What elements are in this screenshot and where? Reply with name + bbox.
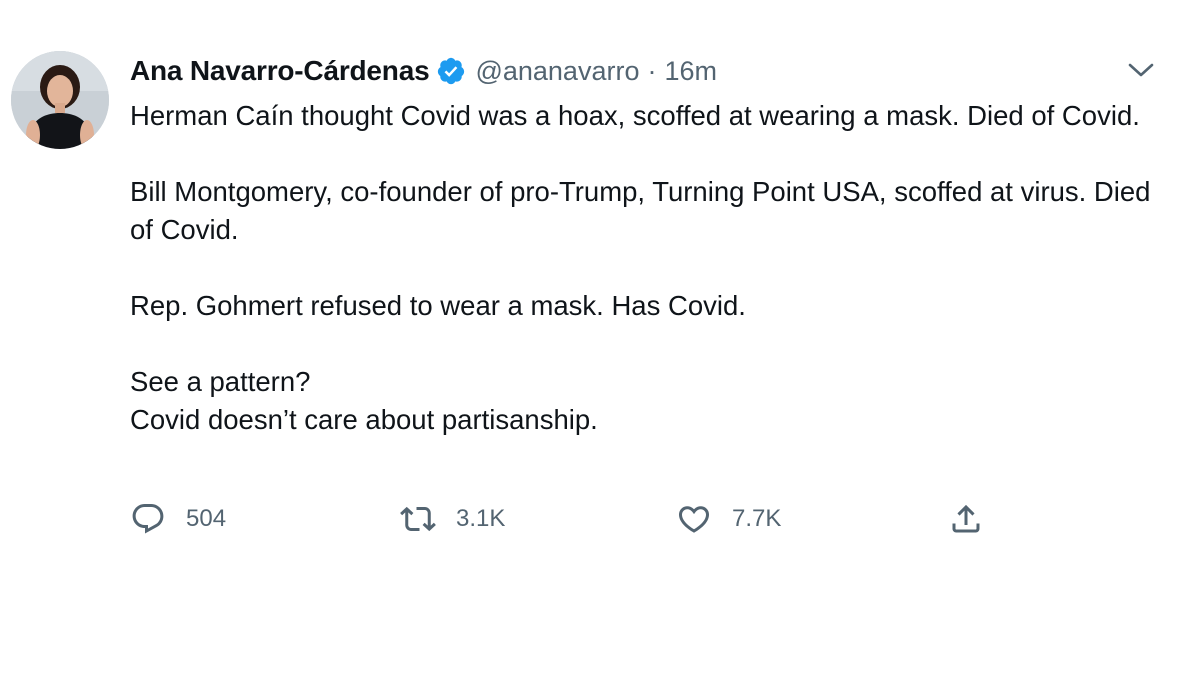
tweet-paragraph: Covid doesn’t care about partisanship. [130, 404, 598, 435]
like-button[interactable]: 7.7K [676, 499, 781, 539]
reply-icon [130, 501, 166, 537]
retweet-button[interactable]: 3.1K [400, 499, 505, 539]
verified-badge-icon [436, 56, 466, 86]
avatar[interactable] [11, 51, 109, 149]
tweet-header: Ana Navarro-Cárdenas @ananavarro · 16m [130, 52, 717, 90]
separator-dot: · [647, 55, 657, 86]
heart-icon [676, 501, 712, 537]
action-bar: 504 3.1K 7.7K [130, 499, 1000, 539]
author-handle[interactable]: @ananavarro [475, 56, 639, 87]
tweet-paragraph: Bill Montgomery, co-founder of pro-Trump… [130, 176, 1151, 245]
tweet[interactable]: Ana Navarro-Cárdenas @ananavarro · 16m H… [0, 0, 1200, 675]
avatar-image [11, 51, 109, 149]
tweet-paragraph: Herman Caín thought Covid was a hoax, sc… [130, 100, 1140, 131]
retweet-icon [400, 501, 436, 537]
share-icon [948, 501, 984, 537]
share-button[interactable] [948, 499, 984, 539]
tweet-paragraph: Rep. Gohmert refused to wear a mask. Has… [130, 290, 746, 321]
timestamp[interactable]: 16m [664, 56, 717, 87]
retweet-count: 3.1K [456, 505, 506, 532]
tweet-text: Herman Caín thought Covid was a hoax, sc… [130, 97, 1170, 439]
chevron-down-icon[interactable] [1126, 58, 1156, 82]
like-count: 7.7K [732, 505, 782, 532]
display-name[interactable]: Ana Navarro-Cárdenas [130, 55, 430, 87]
reply-button[interactable]: 504 [130, 499, 226, 539]
tweet-paragraph: See a pattern? [130, 366, 311, 397]
reply-count: 504 [186, 505, 227, 532]
